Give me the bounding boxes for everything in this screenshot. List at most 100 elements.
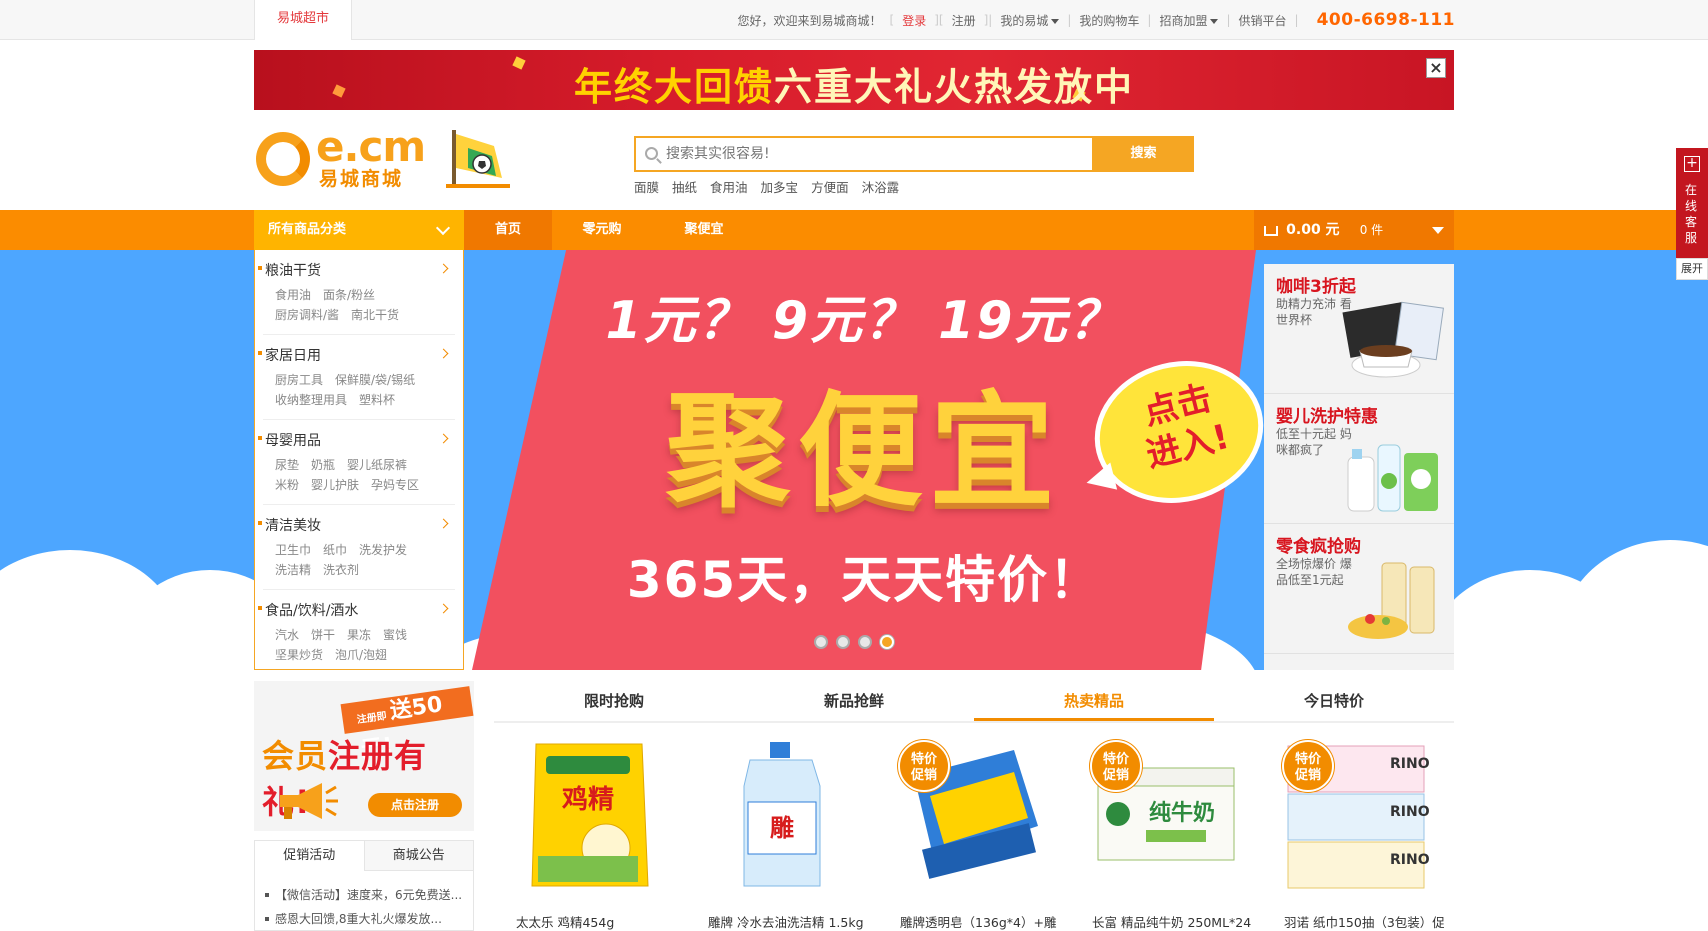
sub-category-link[interactable]: 厨房调料/酱 (275, 306, 339, 323)
product-name[interactable]: 雕牌透明皂（136g*4）+雕 (900, 912, 1060, 931)
hot-word[interactable]: 食用油 (710, 177, 748, 196)
sub-category-link[interactable]: 奶瓶 (311, 456, 335, 473)
sub-category-link[interactable]: 泡爪/泡翅 (335, 646, 387, 663)
tab-announcements[interactable]: 商城公告 (363, 841, 473, 871)
product-name[interactable]: 太太乐 鸡精454g (516, 912, 676, 931)
sub-category-link[interactable]: 婴儿纸尿裤 (347, 456, 407, 473)
site-tab[interactable]: 易城超市 (254, 0, 352, 40)
category-title[interactable]: 清洁美妆 (258, 515, 321, 535)
promo-banner[interactable]: 年终大回馈六重大礼火热发放中 × (254, 50, 1454, 110)
chevron-right-icon (438, 433, 449, 444)
chevron-down-icon (1210, 18, 1219, 24)
category-item[interactable]: 食品/饮料/酒水 汽水 饼干 果冻 蜜饯 坚果炒货 泡爪/泡翅 (257, 590, 455, 675)
baby-care-image (1347, 444, 1438, 512)
product-card[interactable]: RINO RINO RINO 特价 促销 羽诺 纸巾150抽（3包装）促 (1268, 736, 1444, 931)
promo-card-baby[interactable]: 婴儿洗护特惠 低至十元起 妈咪都疯了 (1264, 394, 1454, 524)
product-card[interactable]: 雕 雕牌 冷水去油洗洁精 1.5kg (692, 736, 868, 931)
product-name[interactable]: 长富 精品纯牛奶 250ML*24 (1092, 912, 1252, 931)
nav-item-home[interactable]: 首页 (464, 210, 552, 250)
category-title[interactable]: 食品/饮料/酒水 (257, 600, 358, 620)
close-icon[interactable]: × (1426, 58, 1446, 78)
sub-category-link[interactable]: 饼干 (311, 626, 335, 643)
hot-word[interactable]: 加多宝 (761, 177, 799, 196)
sub-category-link[interactable]: 果冻 (347, 626, 371, 643)
category-item[interactable]: 母婴用品 尿垫 奶瓶 婴儿纸尿裤 米粉 婴儿护肤 孕妈专区 (258, 420, 455, 505)
search-input[interactable] (666, 138, 1086, 170)
supply-link[interactable]: 供销平台 (1239, 12, 1287, 29)
promo-card-snacks[interactable]: 零食疯抢购 全场惊爆价 爆品低至1元起 (1264, 524, 1454, 654)
sub-category-link[interactable]: 面条/粉丝 (323, 286, 375, 303)
site-logo[interactable]: e.cm 易城商城 (256, 122, 436, 190)
sub-category-link[interactable]: 洗发护发 (359, 541, 407, 558)
all-categories-button[interactable]: 所有商品分类 (254, 210, 464, 250)
slide-dot[interactable] (858, 635, 872, 649)
category-item[interactable]: 粮油干货 食用油 面条/粉丝 厨房调料/酱 南北干货 (258, 250, 455, 335)
product-name[interactable]: 羽诺 纸巾150抽（3包装）促 (1284, 912, 1444, 931)
category-title[interactable]: 家居日用 (258, 345, 321, 365)
sub-category-link[interactable]: 坚果炒货 (275, 646, 323, 663)
nav-item-zero-buy[interactable]: 零元购 (552, 210, 652, 250)
sub-category-link[interactable]: 卫生巾 (275, 541, 311, 558)
product-card[interactable]: 纯牛奶 特价 促销 长富 精品纯牛奶 250ML*24 (1076, 736, 1252, 931)
sub-category-link[interactable]: 米粉 (275, 476, 299, 493)
mini-cart[interactable]: 0.00 元 0 件 (1254, 210, 1454, 250)
svg-text:纯牛奶: 纯牛奶 (1149, 800, 1215, 826)
list-item[interactable]: 【微信活动】速度来，6元免费送... (265, 883, 465, 907)
promo-text-b: 六重大礼火热发放中 (774, 65, 1135, 109)
chevron-right-icon (438, 348, 449, 359)
category-title[interactable]: 母婴用品 (258, 430, 321, 450)
login-link[interactable]: 登录 (902, 12, 926, 29)
hot-word[interactable]: 抽纸 (672, 177, 697, 196)
notice-tabs: 促销活动 商城公告 (255, 841, 473, 871)
hot-word[interactable]: 面膜 (634, 177, 659, 196)
register-link[interactable]: 注册 (952, 12, 976, 29)
category-links: 收纳整理用具 塑料杯 (275, 391, 395, 408)
sub-category-link[interactable]: 塑料杯 (359, 391, 395, 408)
sub-category-link[interactable]: 收纳整理用具 (275, 391, 347, 408)
nav-item-deals[interactable]: 聚便宜 (652, 210, 756, 250)
sub-category-link[interactable]: 食用油 (275, 286, 311, 303)
tab-today-special[interactable]: 今日特价 (1214, 683, 1454, 721)
slide-dot[interactable] (836, 635, 850, 649)
expand-button[interactable]: 展开 (1676, 258, 1708, 280)
tab-new-arrivals[interactable]: 新品抢鲜 (734, 683, 974, 721)
sub-category-link[interactable]: 厨房工具 (275, 371, 323, 388)
notice-list: 【微信活动】速度来，6元免费送... 感恩大回馈,8重大礼火爆发放... (265, 883, 465, 931)
sub-category-link[interactable]: 尿垫 (275, 456, 299, 473)
sub-category-link[interactable]: 洗衣剂 (323, 561, 359, 578)
slide-dot-active[interactable] (880, 635, 894, 649)
search-button[interactable]: 搜索 (1093, 136, 1194, 172)
product-image: 雕 (743, 742, 821, 887)
tab-promotions[interactable]: 促销活动 (255, 841, 364, 871)
list-item[interactable]: 感恩大回馈,8重大礼火爆发放... (265, 907, 465, 931)
product-card[interactable]: 鸡精 太太乐 鸡精454g (500, 736, 676, 931)
cart-count: 0 件 (1359, 223, 1384, 237)
promo-card-coffee[interactable]: 咖啡3折起 助精力充沛 看世界杯 (1264, 264, 1454, 394)
sub-category-link[interactable]: 纸巾 (323, 541, 347, 558)
member-tag-small: 注册即 (356, 710, 388, 727)
sub-category-link[interactable]: 保鲜膜/袋/锡纸 (335, 371, 415, 388)
product-name[interactable]: 雕牌 冷水去油洗洁精 1.5kg (708, 912, 868, 931)
product-card[interactable]: 特价 促销 雕牌透明皂（136g*4）+雕 (884, 736, 1060, 931)
sub-category-link[interactable]: 南北干货 (351, 306, 399, 323)
join-menu[interactable]: 招商加盟 (1159, 12, 1219, 29)
hot-word[interactable]: 方便面 (811, 177, 849, 196)
category-item[interactable]: 家居日用 厨房工具 保鲜膜/袋/锡纸 收纳整理用具 塑料杯 (258, 335, 455, 420)
sub-category-link[interactable]: 汽水 (275, 626, 299, 643)
sub-category-link[interactable]: 洗洁精 (275, 561, 311, 578)
my-account-menu[interactable]: 我的易城 (1000, 12, 1060, 29)
category-item[interactable]: 清洁美妆 卫生巾 纸巾 洗发护发 洗洁精 洗衣剂 (258, 505, 455, 590)
my-cart-link[interactable]: 我的购物车 (1079, 12, 1139, 29)
slide-dot[interactable] (814, 635, 828, 649)
tab-hot-picks[interactable]: 热卖精品 (974, 683, 1214, 721)
sub-category-link[interactable]: 蜜饯 (383, 626, 407, 643)
register-now-button[interactable]: 点击注册 (368, 793, 462, 817)
hero-banner[interactable]: 1元？ 9元？ 19元？ 聚便宜 365天，天天特价！ 点击 进入! (464, 250, 1279, 670)
hot-word[interactable]: 沐浴露 (862, 177, 900, 196)
member-register-banner[interactable]: 注册即送50元! 会员注册有礼! 点击注册 (254, 681, 474, 831)
sub-category-link[interactable]: 孕妈专区 (371, 476, 419, 493)
sub-category-link[interactable]: 婴儿护肤 (311, 476, 359, 493)
svg-text:RINO: RINO (1390, 804, 1430, 820)
tab-flash-sale[interactable]: 限时抢购 (494, 683, 734, 721)
category-title[interactable]: 粮油干货 (258, 260, 321, 280)
